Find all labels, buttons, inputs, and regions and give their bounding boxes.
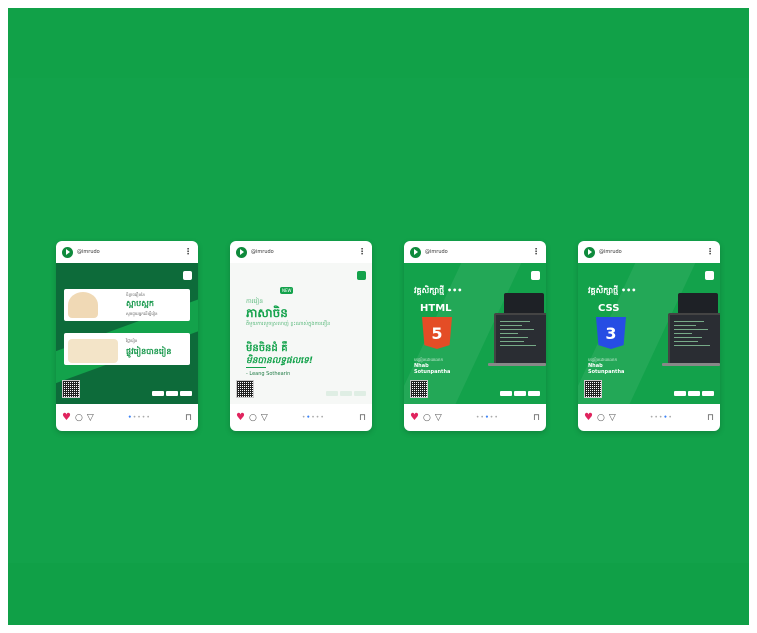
avatar[interactable]	[584, 246, 595, 258]
brand-logo	[357, 271, 366, 280]
bottom-band	[8, 563, 749, 625]
course-language: CSS	[598, 303, 620, 314]
quote-author: - Leang Sothearin	[246, 371, 291, 377]
post-image[interactable]: វគ្គសិក្សាថ្មី ••• CSS 3 បង្រៀនដោយលោក Nh…	[578, 263, 720, 404]
instructor-name: Nhab Sotunpantha	[414, 363, 451, 375]
heart-icon[interactable]: ♥	[410, 412, 419, 423]
post-header: @imrudo ⋮	[56, 241, 198, 263]
avatar[interactable]	[236, 246, 247, 258]
illustration-classroom	[68, 339, 118, 363]
post-card-4[interactable]: @imrudo ⋮ វគ្គសិក្សាថ្មី ••• CSS 3 បង្រៀ…	[578, 241, 720, 431]
qr-code	[410, 380, 428, 398]
post-actions: ♥ ○ ▽ ••••• ⊓	[404, 404, 546, 431]
bookmark-icon[interactable]: ⊓	[533, 413, 540, 423]
more-icon[interactable]: ⋮	[358, 248, 366, 256]
qr-code	[584, 380, 602, 398]
illustration-student	[68, 292, 98, 318]
avatar[interactable]	[410, 246, 421, 258]
heart-icon[interactable]: ♥	[584, 412, 593, 423]
css3-icon: 3	[596, 317, 626, 349]
carousel-dots: •••••	[301, 414, 325, 421]
share-icon[interactable]: ▽	[261, 413, 268, 423]
username[interactable]: @imrudo	[599, 249, 706, 255]
course-title: វគ្គសិក្សាថ្មី •••	[414, 286, 463, 295]
badge-number: 5	[431, 323, 443, 343]
store-badges	[326, 391, 366, 396]
post-header: @imrudo ⋮	[578, 241, 720, 263]
panel2-title: ផ្លូវរៀនបានរៀន	[126, 347, 172, 356]
divider	[246, 367, 266, 368]
comment-icon[interactable]: ○	[249, 413, 257, 423]
brand-logo	[183, 271, 192, 280]
username[interactable]: @imrudo	[425, 249, 532, 255]
avatar[interactable]	[62, 246, 73, 258]
panel-top: ចិន្តាចរឿននៃ ស្អាបស្អក សូមជួយអ្នកដើម្បីរ…	[64, 289, 190, 321]
quote-line-4: មិនចិនដំ គឺ	[246, 343, 288, 354]
comment-icon[interactable]: ○	[75, 413, 83, 423]
panel-bottom: វិជ្ជារៀន ផ្លូវរៀនបានរៀន	[64, 333, 190, 365]
top-band	[8, 8, 749, 78]
username[interactable]: @imrudo	[77, 249, 184, 255]
share-icon[interactable]: ▽	[435, 413, 442, 423]
instructor-name: Nhab Sotunpantha	[588, 363, 625, 375]
brand-logo	[531, 271, 540, 280]
badge-number: 3	[605, 323, 617, 343]
carousel-dots: •••••	[127, 414, 151, 421]
bookmark-icon[interactable]: ⊓	[185, 413, 192, 423]
carousel-dots: •••••	[475, 414, 499, 421]
laptop-image	[494, 313, 546, 365]
panel1-sub: សូមជួយអ្នកដើម្បីរៀន	[126, 311, 158, 316]
bookmark-icon[interactable]: ⊓	[707, 413, 714, 423]
carousel-dots: •••••	[649, 414, 673, 421]
brand-logo	[705, 271, 714, 280]
quote-line-3: គឺមួយការលួចស្រលាញ់ ខ្លះណាស់ក្នុងការពឿន	[246, 321, 331, 327]
username[interactable]: @imrudo	[251, 249, 358, 255]
store-badges	[152, 391, 192, 396]
canvas: @imrudo ⋮ ចិន្តាចរឿននៃ ស្អាបស្អក សូមជួយអ…	[8, 8, 749, 625]
qr-code	[62, 380, 80, 398]
share-icon[interactable]: ▽	[87, 413, 94, 423]
post-actions: ♥ ○ ▽ ••••• ⊓	[56, 404, 198, 431]
more-icon[interactable]: ⋮	[184, 248, 192, 256]
post-card-2[interactable]: @imrudo ⋮ NEW ការរៀន ភាសាចិន គឺមួយការលួច…	[230, 241, 372, 431]
post-image[interactable]: NEW ការរៀន ភាសាចិន គឺមួយការលួចស្រលាញ់ ខ្…	[230, 263, 372, 404]
heart-icon[interactable]: ♥	[62, 412, 71, 423]
post-image[interactable]: វគ្គសិក្សាថ្មី ••• HTML 5 បង្រៀនដោយលោក N…	[404, 263, 546, 404]
more-icon[interactable]: ⋮	[532, 248, 540, 256]
store-badges	[500, 391, 540, 396]
post-card-3[interactable]: @imrudo ⋮ វគ្គសិក្សាថ្មី ••• HTML 5 បង្រ…	[404, 241, 546, 431]
laptop-base	[662, 363, 720, 366]
comment-icon[interactable]: ○	[597, 413, 605, 423]
laptop-base	[488, 363, 546, 366]
post-header: @imrudo ⋮	[230, 241, 372, 263]
panel1-title: ស្អាបស្អក	[126, 299, 154, 308]
post-header: @imrudo ⋮	[404, 241, 546, 263]
heart-icon[interactable]: ♥	[236, 412, 245, 423]
comment-icon[interactable]: ○	[423, 413, 431, 423]
post-image[interactable]: ចិន្តាចរឿននៃ ស្អាបស្អក សូមជួយអ្នកដើម្បីរ…	[56, 263, 198, 404]
html5-icon: 5	[422, 317, 452, 349]
share-icon[interactable]: ▽	[609, 413, 616, 423]
laptop-image	[668, 313, 720, 365]
panel2-line1: វិជ្ជារៀន	[126, 338, 138, 343]
more-icon[interactable]: ⋮	[706, 248, 714, 256]
new-badge: NEW	[280, 287, 294, 294]
course-language: HTML	[420, 303, 452, 314]
course-title: វគ្គសិក្សាថ្មី •••	[588, 286, 637, 295]
qr-code	[236, 380, 254, 398]
post-actions: ♥ ○ ▽ ••••• ⊓	[578, 404, 720, 431]
post-actions: ♥ ○ ▽ ••••• ⊓	[230, 404, 372, 431]
post-card-1[interactable]: @imrudo ⋮ ចិន្តាចរឿននៃ ស្អាបស្អក សូមជួយអ…	[56, 241, 198, 431]
bookmark-icon[interactable]: ⊓	[359, 413, 366, 423]
store-badges	[674, 391, 714, 396]
